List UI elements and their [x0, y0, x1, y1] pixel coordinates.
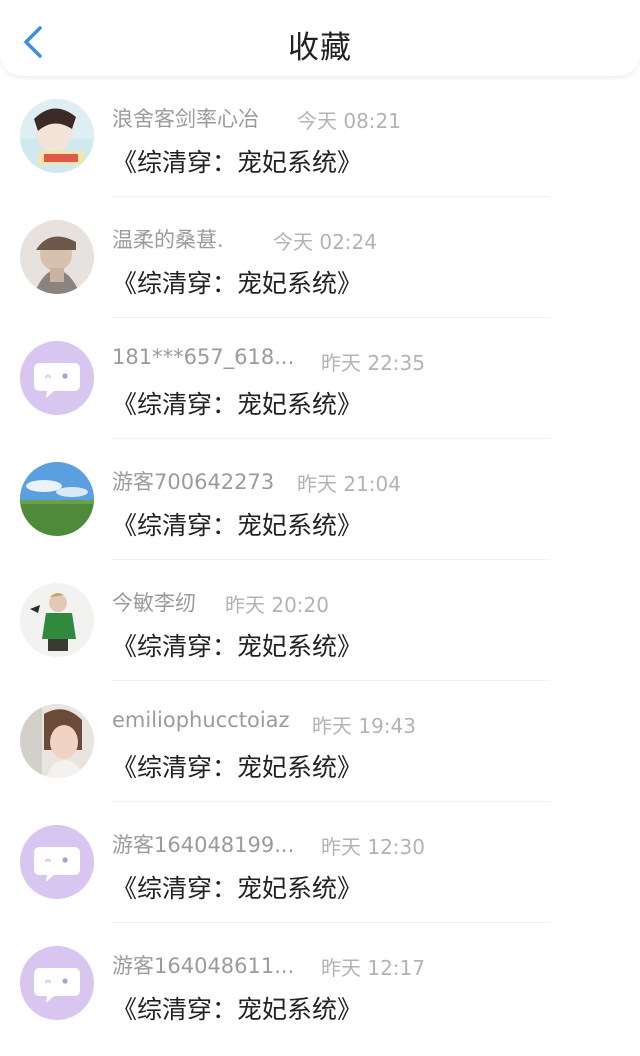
timestamp: 昨天 12:30 [321, 835, 425, 859]
top-bar: 收藏 [0, 0, 640, 76]
timestamp: 昨天 21:04 [297, 472, 401, 496]
avatar[interactable] [20, 946, 94, 1020]
list-item[interactable]: 游客700642273 昨天 21:04 《综清穿：宠妃系统》 [0, 439, 640, 560]
avatar[interactable] [20, 825, 94, 899]
timestamp: 昨天 12:17 [321, 956, 425, 980]
list-item[interactable]: 游客164048199... 昨天 12:30 《综清穿：宠妃系统》 [0, 802, 640, 923]
book-title[interactable]: 《综清穿：宠妃系统》 [112, 385, 362, 421]
avatar[interactable] [20, 99, 94, 173]
list-item[interactable]: 温柔的桑葚. 今天 02:24 《综清穿：宠妃系统》 [0, 197, 640, 318]
avatar[interactable] [20, 704, 94, 778]
avatar[interactable] [20, 341, 94, 415]
list-item[interactable]: 浪舍客剑率心冶 今天 08:21 《综清穿：宠妃系统》 [0, 76, 640, 197]
avatar[interactable] [20, 220, 94, 294]
book-title[interactable]: 《综清穿：宠妃系统》 [112, 748, 362, 784]
page-title: 收藏 [288, 30, 352, 66]
username: 游客700642273 [112, 470, 275, 494]
timestamp: 昨天 20:20 [225, 593, 329, 617]
username: 温柔的桑葚. [112, 228, 224, 252]
book-title[interactable]: 《综清穿：宠妃系统》 [112, 506, 362, 542]
username: 游客164048199... [112, 833, 295, 857]
chat-bubble-icon [20, 946, 94, 1020]
avatar[interactable] [20, 462, 94, 536]
book-title[interactable]: 《综清穿：宠妃系统》 [112, 264, 362, 300]
timestamp: 昨天 22:35 [321, 351, 425, 375]
avatar[interactable] [20, 583, 94, 657]
username: 浪舍客剑率心冶 [112, 107, 259, 131]
username: 游客164048611... [112, 954, 295, 978]
list-item[interactable]: 游客164048611... 昨天 12:17 《综清穿：宠妃系统》 [0, 923, 640, 1044]
chat-bubble-icon [20, 825, 94, 899]
timestamp: 昨天 19:43 [312, 714, 416, 738]
book-title[interactable]: 《综清穿：宠妃系统》 [112, 143, 362, 179]
chat-bubble-icon [20, 341, 94, 415]
username: 181***657_618... [112, 345, 295, 369]
timestamp: 今天 08:21 [297, 109, 401, 133]
book-title[interactable]: 《综清穿：宠妃系统》 [112, 990, 362, 1026]
username: 今敏李纫 [112, 591, 196, 615]
book-title[interactable]: 《综清穿：宠妃系统》 [112, 627, 362, 663]
list-item[interactable]: emiliophucctoiaz 昨天 19:43 《综清穿：宠妃系统》 [0, 681, 640, 802]
username: emiliophucctoiaz [112, 708, 290, 732]
list-item[interactable]: 181***657_618... 昨天 22:35 《综清穿：宠妃系统》 [0, 318, 640, 439]
book-title[interactable]: 《综清穿：宠妃系统》 [112, 869, 362, 905]
list-item[interactable]: 今敏李纫 昨天 20:20 《综清穿：宠妃系统》 [0, 560, 640, 681]
timestamp: 今天 02:24 [273, 230, 377, 254]
